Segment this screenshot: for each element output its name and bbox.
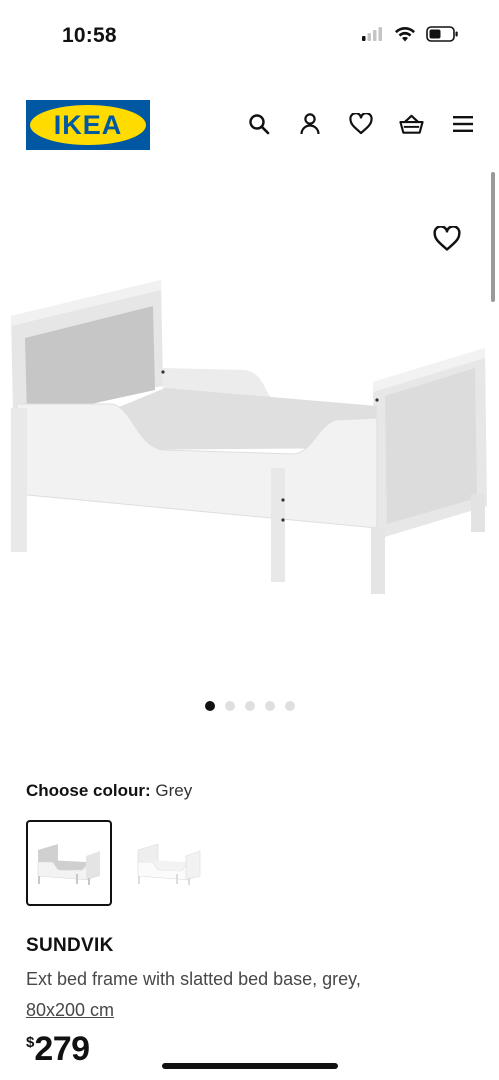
- wifi-icon: [395, 26, 415, 42]
- header-nav: [246, 111, 475, 136]
- heart-icon: [433, 225, 461, 251]
- carousel-dot[interactable]: [284, 701, 295, 711]
- colour-label: Choose colour:: [26, 781, 151, 800]
- carousel-dot[interactable]: [204, 701, 215, 711]
- colour-swatch-grey[interactable]: [26, 820, 112, 906]
- product-dimensions-link[interactable]: 80x200 cm: [26, 1000, 114, 1020]
- home-indicator[interactable]: [162, 1063, 338, 1069]
- account-icon[interactable]: [297, 111, 322, 136]
- carousel-dots: [0, 701, 499, 711]
- basket-icon[interactable]: [399, 111, 424, 136]
- menu-icon[interactable]: [450, 111, 475, 136]
- heart-icon[interactable]: [348, 111, 373, 136]
- carousel-dot[interactable]: [244, 701, 255, 711]
- favorite-button[interactable]: [433, 225, 461, 254]
- battery-icon: [426, 26, 458, 42]
- product-description: Ext bed frame with slatted bed base, gre…: [26, 964, 466, 1026]
- product-description-text: Ext bed frame with slatted bed base, gre…: [26, 969, 361, 989]
- colour-value: Grey: [155, 781, 193, 800]
- carousel-dot[interactable]: [224, 701, 235, 711]
- status-time: 10:58: [62, 24, 117, 47]
- price-currency: $: [26, 1034, 35, 1051]
- colour-swatch-white[interactable]: [126, 820, 212, 906]
- price-amount: 279: [34, 1030, 90, 1068]
- carousel-dot[interactable]: [264, 701, 275, 711]
- product-name: SUNDVIK: [26, 935, 114, 956]
- product-price: $ 279: [26, 1030, 90, 1068]
- product-image: [5, 278, 495, 608]
- search-icon[interactable]: [246, 111, 271, 136]
- status-icons: [362, 26, 459, 42]
- logo-text: IKEA: [54, 110, 123, 140]
- signal-icon: [362, 27, 382, 41]
- ikea-logo[interactable]: IKEA: [26, 100, 150, 150]
- colour-chooser-label: Choose colour: Grey: [26, 781, 192, 801]
